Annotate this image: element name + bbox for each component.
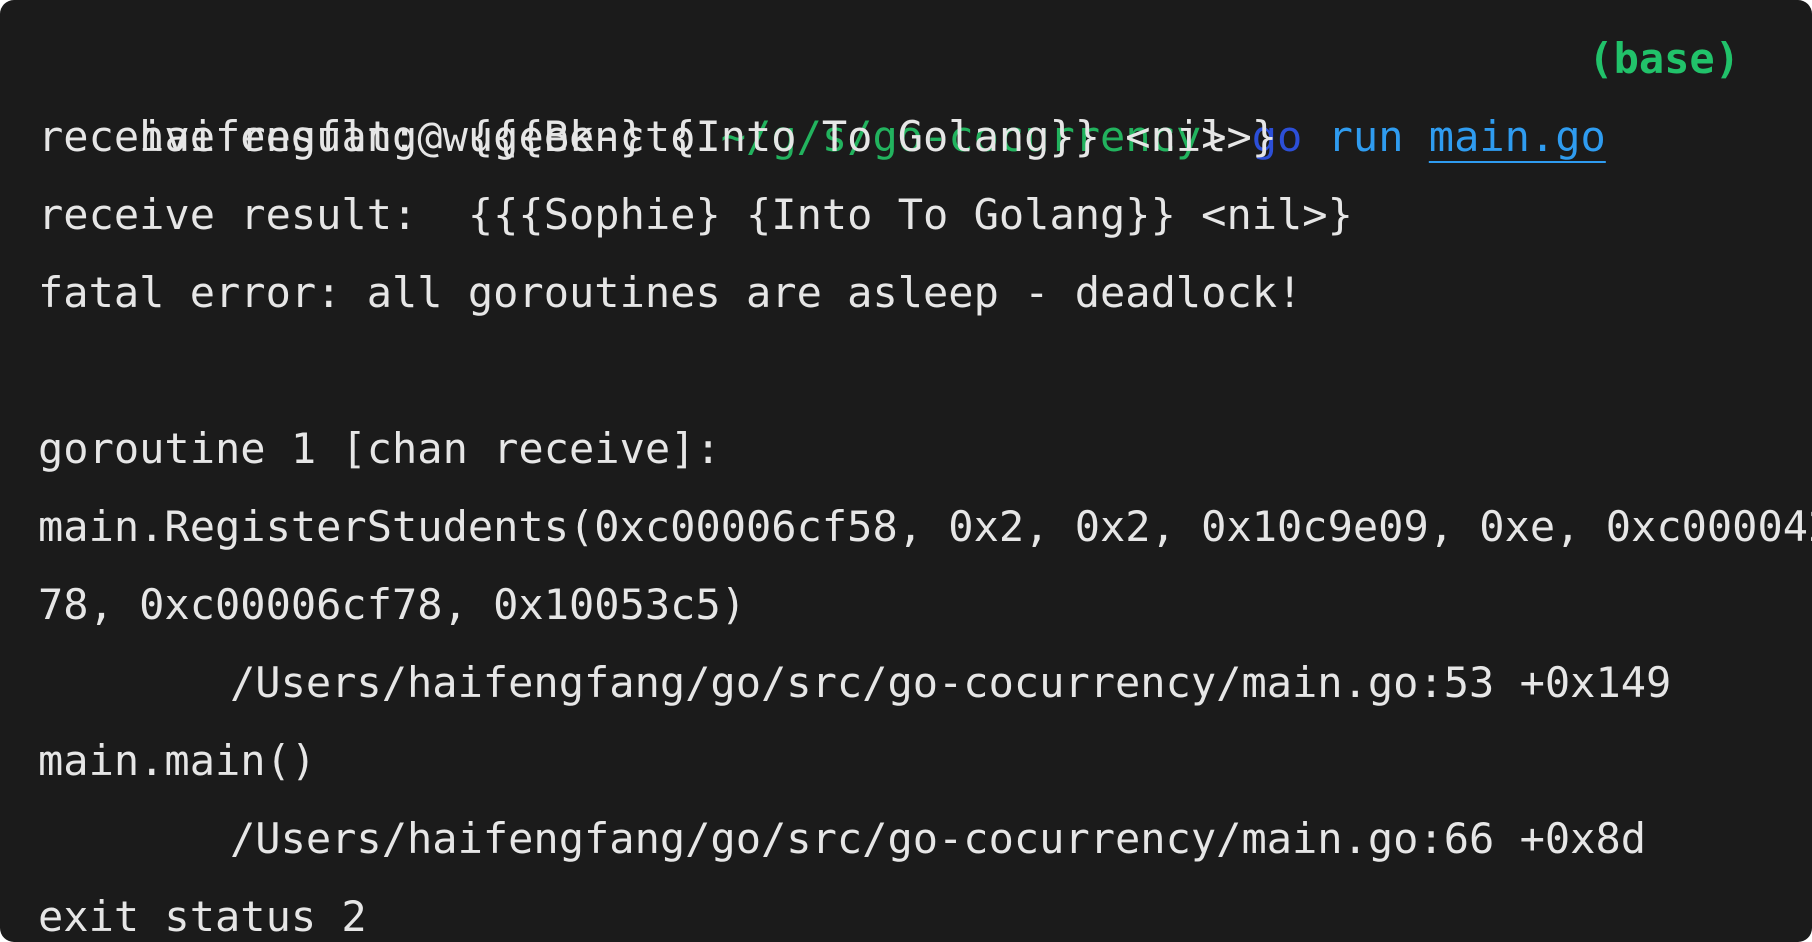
terminal-window[interactable]: haifengfang@wugeek-cto ~/g/s/go-cocurren…: [0, 0, 1812, 942]
output-line: receive result: {{{Sophie} {Into To Gola…: [38, 190, 1353, 239]
stack-frame-call-continued: 78, 0xc00006cf78, 0x10053c5): [38, 580, 747, 629]
conda-env-badge: (base): [1588, 34, 1740, 83]
stack-frame-location: /Users/haifengfang/go/src/go-cocurrency/…: [230, 814, 1647, 863]
output-line: receive result: {{{Ben} {Into To Golang}…: [38, 112, 1278, 161]
prompt-line: haifengfang@wugeek-cto ~/g/s/go-cocurren…: [38, 20, 1812, 161]
stack-frame-call: main.RegisterStudents(0xc00006cf58, 0x2,…: [38, 502, 1812, 551]
stack-frame-call: main.main(): [38, 736, 317, 785]
goroutine-header: goroutine 1 [chan receive]:: [38, 424, 721, 473]
exit-status-line: exit status 2: [38, 892, 367, 941]
stack-frame-location: /Users/haifengfang/go/src/go-cocurrency/…: [230, 658, 1672, 707]
error-line: fatal error: all goroutines are asleep -…: [38, 268, 1303, 317]
